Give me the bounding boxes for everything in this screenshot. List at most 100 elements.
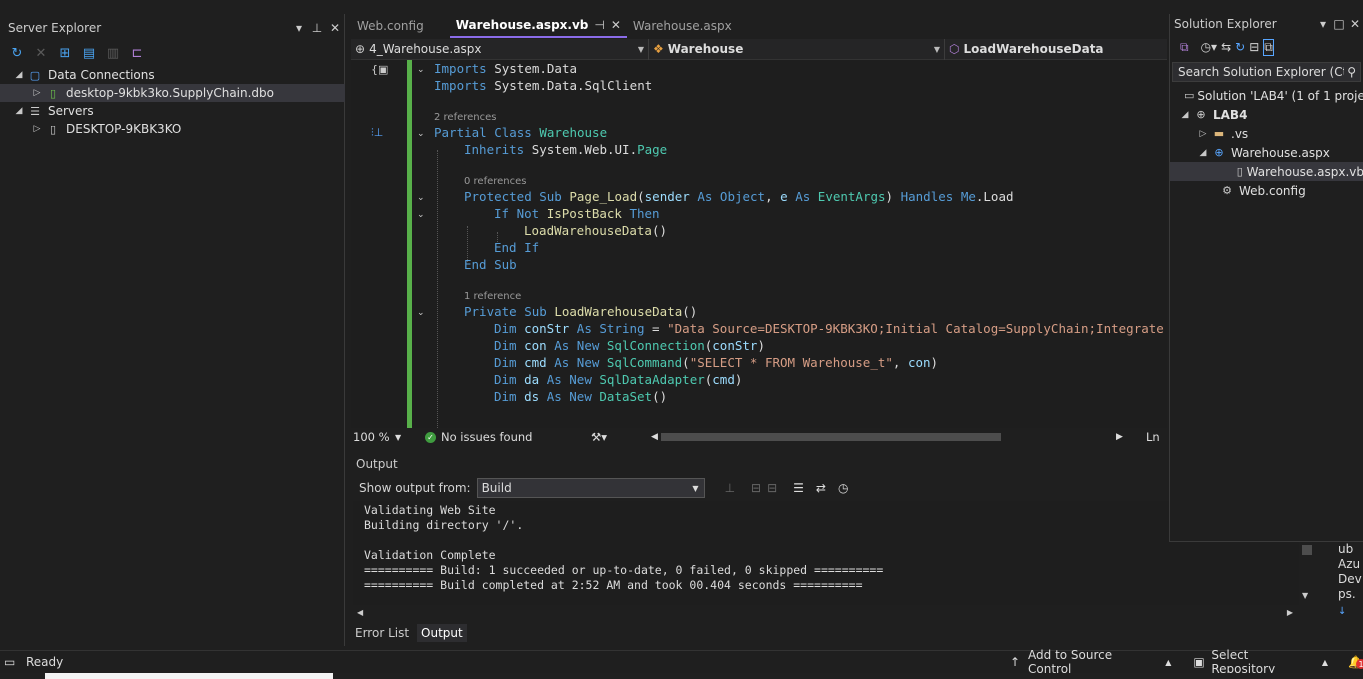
- tree-item-label: Solution 'LAB4' (1 of 1 project): [1197, 88, 1363, 103]
- output-source-select[interactable]: Build ▼: [476, 478, 705, 498]
- codelens-references[interactable]: 2 references: [434, 112, 497, 123]
- tab-web-config[interactable]: Web.config: [351, 14, 430, 38]
- status-icon: ▭: [4, 655, 16, 669]
- fold-icon[interactable]: ⌄: [417, 193, 425, 203]
- tab-output[interactable]: Output: [417, 624, 467, 642]
- tree-item-solution[interactable]: ▭ Solution 'LAB4' (1 of 1 project): [1170, 86, 1363, 105]
- refresh-icon[interactable]: ↻: [8, 44, 26, 62]
- expanded-arrow-icon[interactable]: ◢: [12, 70, 26, 80]
- prev-message-icon[interactable]: ⊟: [751, 481, 761, 495]
- scroll-left-icon[interactable]: ◀: [357, 608, 363, 617]
- chevron-down-icon[interactable]: ▼: [395, 433, 425, 442]
- word-wrap-icon[interactable]: ⇄: [816, 481, 826, 495]
- connect-to-sharepoint-icon[interactable]: ▥: [104, 44, 122, 62]
- tree-item-desktop-server[interactable]: ▷ ▯ DESKTOP-9KBK3KO: [0, 120, 345, 138]
- chevron-down-icon: ▼: [637, 44, 644, 54]
- tree-item-db-connection[interactable]: ▷ ▯ desktop-9kbk3ko.SupplyChain.dbo: [0, 84, 345, 102]
- tree-item-data-connections[interactable]: ◢ ▢ Data Connections: [0, 66, 345, 84]
- close-tab-icon[interactable]: ✕: [611, 18, 621, 32]
- member-dropdown[interactable]: ⬡ LoadWarehouseData: [945, 39, 1165, 60]
- class-dropdown[interactable]: ❖ Warehouse ▼: [649, 38, 945, 60]
- method-icon: ⬡: [949, 42, 960, 56]
- tree-item-servers[interactable]: ◢ ☰ Servers: [0, 102, 345, 120]
- line-indicator: Ln: [1146, 430, 1160, 444]
- globe-icon: ⊕: [355, 42, 366, 56]
- horizontal-scrollbar[interactable]: [661, 432, 1116, 442]
- class-label: Warehouse: [667, 42, 744, 56]
- close-icon[interactable]: ✕: [326, 21, 344, 35]
- connect-to-server-icon[interactable]: ▤: [80, 44, 98, 62]
- output-text[interactable]: Validating Web Site Building directory '…: [353, 501, 1301, 605]
- history-icon[interactable]: ◷: [838, 481, 848, 495]
- stop-icon[interactable]: ✕: [32, 44, 50, 62]
- editor-gutter: {▣ ⫶⊥: [351, 60, 407, 428]
- dropdown-icon[interactable]: ▾: [1315, 17, 1331, 31]
- output-title: Output: [356, 457, 398, 471]
- server-explorer-toolbar: ↻ ✕ ⊞ ▤ ▥ ⊏: [0, 42, 344, 64]
- pin-icon[interactable]: ⊣: [594, 18, 604, 32]
- collapse-all-icon[interactable]: ⊟: [1249, 40, 1259, 54]
- code-line: Partial Class Warehouse: [434, 125, 608, 140]
- class-diagram-icon[interactable]: ⫶⊥: [371, 126, 383, 140]
- collapsed-arrow-icon[interactable]: ▷: [30, 124, 44, 134]
- goto-line-icon[interactable]: ⊥: [725, 481, 735, 495]
- fold-icon[interactable]: ⌄: [417, 129, 425, 139]
- add-to-source-control[interactable]: Add to Source Control: [1028, 648, 1159, 676]
- fold-icon[interactable]: ⌄: [417, 308, 425, 318]
- indent-guide: [437, 150, 438, 428]
- scroll-right-icon[interactable]: ▶: [1116, 432, 1146, 442]
- dropdown-icon[interactable]: ▾: [290, 21, 308, 35]
- project-dropdown[interactable]: ⊕ 4_Warehouse.aspx ▼: [351, 38, 649, 60]
- sync-icon[interactable]: ⇆: [1221, 40, 1231, 54]
- scroll-left-icon[interactable]: ◀: [651, 432, 661, 442]
- collapsed-arrow-icon[interactable]: ▷: [30, 88, 44, 98]
- azure-icon[interactable]: ⊏: [128, 44, 146, 62]
- tree-item-warehouse-aspx[interactable]: ◢ ⊕ Warehouse.aspx: [1170, 143, 1363, 162]
- select-repository[interactable]: Select Repository: [1211, 648, 1316, 676]
- output-toolbar: Show output from: Build ▼ ⊥ ⊟ ⊟ ☰ ⇄ ◷: [351, 475, 1167, 501]
- fragment-text: ub: [1338, 542, 1354, 556]
- notification-bell-icon[interactable]: 🔔1: [1348, 655, 1363, 669]
- expanded-arrow-icon[interactable]: ◢: [1196, 148, 1210, 158]
- download-icon[interactable]: ↓: [1338, 606, 1363, 617]
- tab-warehouse-aspx[interactable]: Warehouse.aspx: [627, 14, 738, 38]
- collapsed-arrow-icon[interactable]: ▷: [1196, 129, 1210, 139]
- codelens-references[interactable]: 1 reference: [464, 291, 521, 302]
- tab-warehouse-aspx-vb[interactable]: Warehouse.aspx.vb ⊣ ✕: [449, 14, 627, 38]
- refresh-icon[interactable]: ↻: [1235, 40, 1245, 54]
- scroll-right-icon[interactable]: ▶: [1287, 608, 1293, 617]
- output-horizontal-scrollbar[interactable]: ◀ ▶: [353, 608, 1301, 620]
- expanded-arrow-icon[interactable]: ◢: [12, 106, 26, 116]
- code-editor[interactable]: {▣ ⫶⊥ ⌄ ⌄ ⌄ ⌄ ⌄ Imports System.Data Impo…: [351, 60, 1167, 428]
- history-icon[interactable]: ◷▾: [1201, 40, 1218, 54]
- zoom-level[interactable]: 100 %: [351, 430, 395, 444]
- tree-item-warehouse-aspx-vb[interactable]: ▯ Warehouse.aspx.vb: [1170, 162, 1363, 181]
- solution-explorer-toolbar: ⧉ ◷▾ ⇆ ↻ ⊟ ⧉: [1170, 34, 1363, 60]
- search-icon[interactable]: ⚲: [1347, 65, 1356, 79]
- scroll-thumb[interactable]: [1302, 545, 1312, 555]
- chevron-up-icon: ▲: [1165, 657, 1172, 667]
- clear-all-icon[interactable]: ☰: [793, 481, 804, 495]
- connect-to-database-icon[interactable]: ⊞: [56, 44, 74, 62]
- solution-search-input[interactable]: Search Solution Explorer (Ctrl ⚲: [1172, 62, 1361, 82]
- switch-views-icon[interactable]: ⧉: [1180, 40, 1189, 55]
- codelens-references[interactable]: 0 references: [464, 176, 527, 187]
- fold-icon[interactable]: ⌄: [417, 65, 425, 75]
- code-cleanup-icon[interactable]: ⚒▾: [591, 430, 651, 444]
- next-message-icon[interactable]: ⊟: [767, 481, 777, 495]
- code-line: Inherits System.Web.UI.Page: [464, 142, 668, 157]
- tree-item-web-config[interactable]: ⚙ Web.config: [1170, 181, 1363, 200]
- expanded-arrow-icon[interactable]: ◢: [1178, 110, 1192, 120]
- tree-item-lab4[interactable]: ◢ ⊕ LAB4: [1170, 105, 1363, 124]
- tab-label: Warehouse.aspx.vb: [455, 18, 589, 32]
- tab-error-list[interactable]: Error List: [351, 624, 413, 642]
- scroll-down-icon[interactable]: ▼: [1302, 591, 1308, 600]
- maximize-icon[interactable]: □: [1331, 17, 1347, 31]
- issues-status[interactable]: No issues found: [441, 430, 591, 444]
- quick-action-icon[interactable]: {▣: [371, 63, 388, 76]
- show-all-files-icon[interactable]: ⧉: [1263, 38, 1274, 56]
- pin-icon[interactable]: ⊥: [308, 21, 326, 35]
- close-icon[interactable]: ✕: [1347, 17, 1363, 31]
- fold-icon[interactable]: ⌄: [417, 210, 425, 220]
- tree-item-vs-folder[interactable]: ▷ ▬ .vs: [1170, 124, 1363, 143]
